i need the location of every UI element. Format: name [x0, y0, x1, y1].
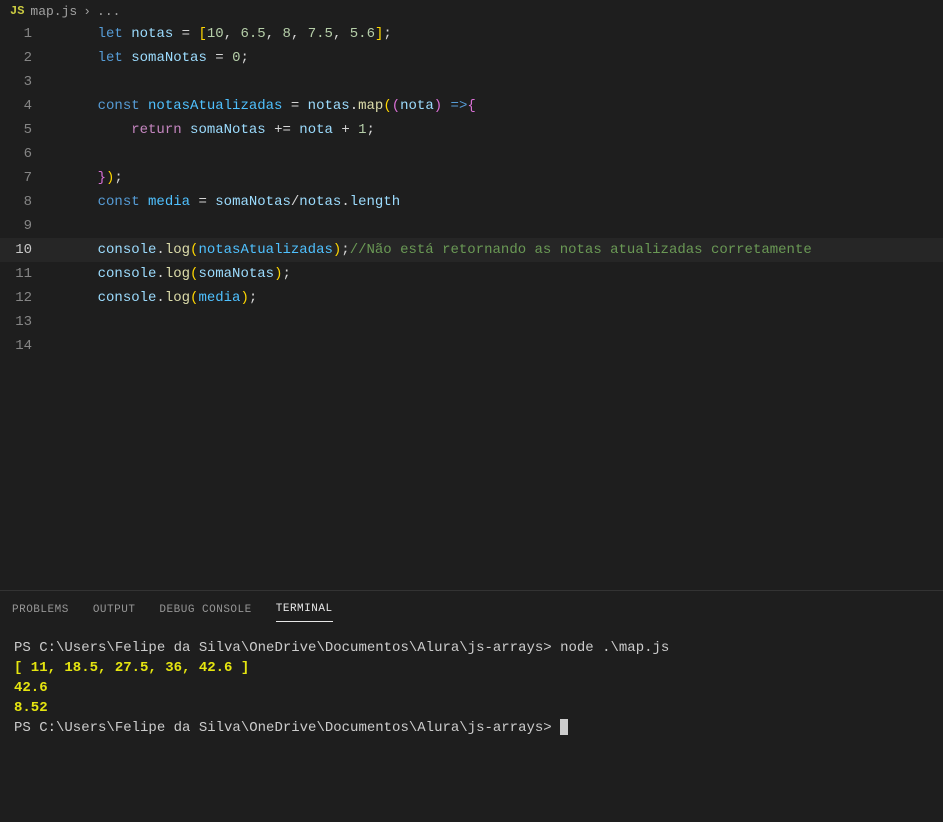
code-line[interactable]: 7 });	[0, 166, 943, 190]
code-line[interactable]: 10 console.log(notasAtualizadas);//Não e…	[0, 238, 943, 262]
terminal-content[interactable]: PS C:\Users\Felipe da Silva\OneDrive\Doc…	[0, 626, 943, 750]
tab-debug-console[interactable]: DEBUG CONSOLE	[159, 604, 251, 622]
line-number: 8	[0, 190, 50, 214]
code-content[interactable]: let notas = [10, 6.5, 8, 7.5, 5.6];	[50, 22, 392, 46]
breadcrumb[interactable]: JS map.js › ...	[0, 0, 943, 22]
terminal-prompt: PS C:\Users\Felipe da Silva\OneDrive\Doc…	[14, 720, 560, 736]
code-content[interactable]: let somaNotas = 0;	[50, 46, 249, 70]
tab-output[interactable]: OUTPUT	[93, 604, 136, 622]
code-content[interactable]: });	[50, 166, 123, 190]
js-file-icon: JS	[10, 4, 24, 18]
code-content[interactable]: console.log(media);	[50, 286, 257, 310]
code-line[interactable]: 14	[0, 334, 943, 358]
code-editor[interactable]: 1 let notas = [10, 6.5, 8, 7.5, 5.6];2 l…	[0, 22, 943, 590]
code-content[interactable]	[50, 310, 64, 334]
line-number: 1	[0, 22, 50, 46]
panel-tabs: PROBLEMS OUTPUT DEBUG CONSOLE TERMINAL	[0, 591, 943, 626]
line-number: 2	[0, 46, 50, 70]
terminal-output-avg: 8.52	[14, 700, 48, 716]
terminal-cursor	[560, 719, 568, 735]
line-number: 13	[0, 310, 50, 334]
line-number: 9	[0, 214, 50, 238]
line-number: 5	[0, 118, 50, 142]
tab-terminal[interactable]: TERMINAL	[276, 603, 333, 622]
code-content[interactable]: const media = somaNotas/notas.length	[50, 190, 400, 214]
line-number: 10	[0, 238, 50, 262]
code-content[interactable]	[50, 70, 64, 94]
code-content[interactable]: console.log(somaNotas);	[50, 262, 291, 286]
code-line[interactable]: 11 console.log(somaNotas);	[0, 262, 943, 286]
line-number: 11	[0, 262, 50, 286]
line-number: 6	[0, 142, 50, 166]
terminal-output-array: [ 11, 18.5, 27.5, 36, 42.6 ]	[14, 660, 249, 676]
breadcrumb-separator: ›	[83, 4, 91, 19]
code-content[interactable]: return somaNotas += nota + 1;	[50, 118, 375, 142]
tab-problems[interactable]: PROBLEMS	[12, 604, 69, 622]
code-content[interactable]: console.log(notasAtualizadas);//Não está…	[50, 238, 812, 262]
line-number: 14	[0, 334, 50, 358]
code-content[interactable]: const notasAtualizadas = notas.map((nota…	[50, 94, 476, 118]
breadcrumb-filename: map.js	[30, 4, 77, 19]
bottom-panel: PROBLEMS OUTPUT DEBUG CONSOLE TERMINAL P…	[0, 590, 943, 750]
code-line[interactable]: 5 return somaNotas += nota + 1;	[0, 118, 943, 142]
code-content[interactable]	[50, 334, 64, 358]
code-content[interactable]	[50, 142, 64, 166]
code-line[interactable]: 2 let somaNotas = 0;	[0, 46, 943, 70]
code-line[interactable]: 3	[0, 70, 943, 94]
line-number: 3	[0, 70, 50, 94]
line-number: 7	[0, 166, 50, 190]
line-number: 12	[0, 286, 50, 310]
line-number: 4	[0, 94, 50, 118]
terminal-command: node .\map.js	[560, 640, 669, 656]
code-line[interactable]: 12 console.log(media);	[0, 286, 943, 310]
code-line[interactable]: 4 const notasAtualizadas = notas.map((no…	[0, 94, 943, 118]
terminal-prompt: PS C:\Users\Felipe da Silva\OneDrive\Doc…	[14, 640, 560, 656]
code-line[interactable]: 1 let notas = [10, 6.5, 8, 7.5, 5.6];	[0, 22, 943, 46]
code-line[interactable]: 9	[0, 214, 943, 238]
code-content[interactable]	[50, 214, 64, 238]
terminal-output-sum: 42.6	[14, 680, 48, 696]
code-line[interactable]: 6	[0, 142, 943, 166]
breadcrumb-trail: ...	[97, 4, 120, 19]
code-line[interactable]: 8 const media = somaNotas/notas.length	[0, 190, 943, 214]
code-line[interactable]: 13	[0, 310, 943, 334]
